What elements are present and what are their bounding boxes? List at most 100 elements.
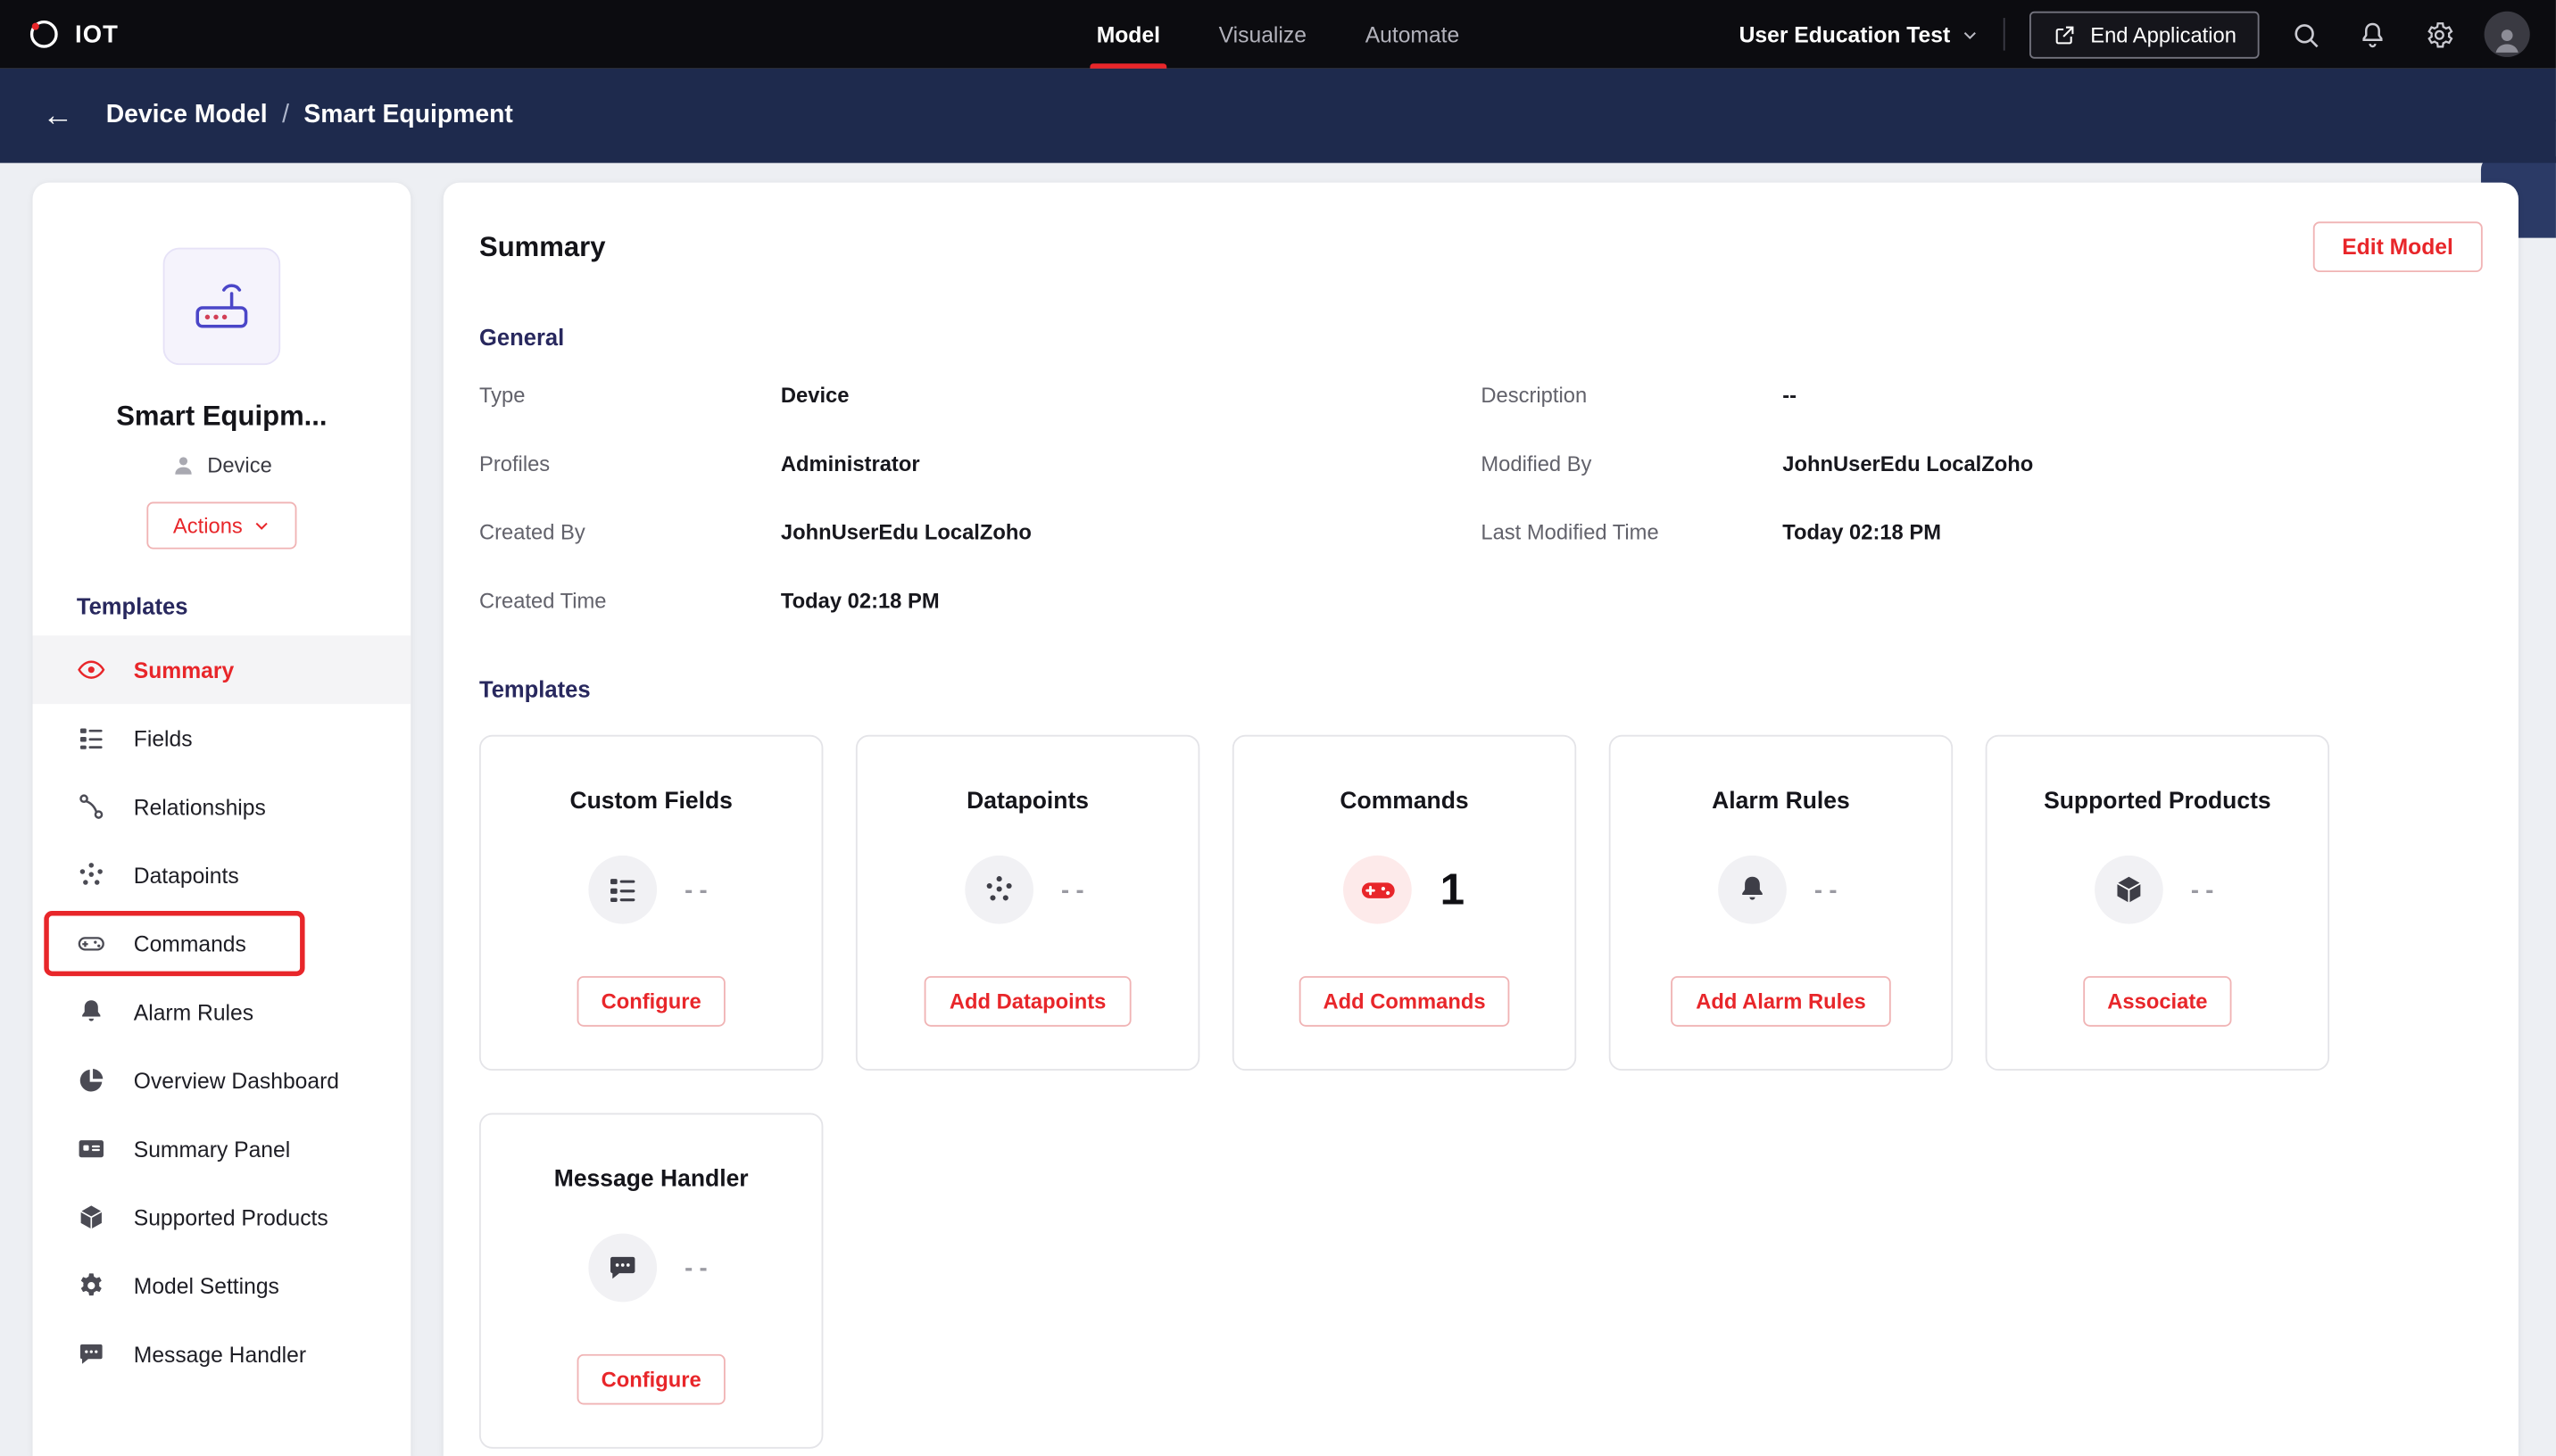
info-row-modified-by: Modified By JohnUserEdu LocalZoho: [1481, 451, 2482, 476]
org-selector[interactable]: User Education Test: [1739, 22, 1979, 46]
sidebar-item-alarm-rules[interactable]: Alarm Rules: [33, 978, 411, 1046]
sidebar-item-summary[interactable]: Summary: [32, 635, 411, 705]
notifications-bell-icon[interactable]: [2351, 13, 2393, 55]
configure-custom-fields-button[interactable]: Configure: [577, 976, 726, 1027]
alarm-bell-icon: [77, 997, 106, 1027]
message-bubble-icon: [77, 1339, 106, 1369]
actions-button[interactable]: Actions: [146, 501, 297, 550]
associate-products-button[interactable]: Associate: [2082, 976, 2232, 1027]
sidebar-item-fields[interactable]: Fields: [33, 704, 411, 773]
eye-icon: [77, 655, 106, 684]
topbar-divider: [2004, 18, 2006, 51]
breadcrumb-parent[interactable]: Device Model: [106, 101, 268, 130]
router-icon: [195, 284, 248, 328]
sidebar-item-label: Alarm Rules: [133, 999, 254, 1024]
summary-panel-icon: [77, 1134, 106, 1163]
settings-gear-icon[interactable]: [2418, 13, 2460, 55]
info-label: Description: [1481, 383, 1588, 408]
end-application-icon: [2053, 22, 2077, 46]
fields-icon: [77, 724, 106, 753]
general-info-grid: Type Device Profiles Administrator Creat…: [479, 383, 2483, 657]
card-count: --: [685, 875, 715, 904]
end-application-button[interactable]: End Application: [2029, 10, 2260, 58]
add-alarm-rules-button[interactable]: Add Alarm Rules: [1671, 976, 1891, 1027]
back-arrow-icon[interactable]: ←: [42, 100, 73, 131]
product-cube-icon: [2095, 855, 2163, 924]
device-type-icon: [171, 453, 195, 477]
brand[interactable]: IOT: [26, 16, 119, 52]
card-title: Datapoints: [967, 789, 1090, 815]
sidebar-item-datapoints[interactable]: Datapoints: [33, 840, 411, 909]
info-label: Last Modified Time: [1481, 519, 1659, 545]
sidebar-item-label: Commands: [133, 931, 246, 956]
info-value: Today 02:18 PM: [1782, 519, 1941, 545]
sidebar-item-label: Datapoints: [133, 863, 239, 888]
breadcrumb-separator: /: [282, 101, 289, 129]
info-label: Type: [478, 383, 526, 408]
card-title: Message Handler: [553, 1166, 749, 1193]
card-supported-products: Supported Products -- Associate: [1985, 734, 2330, 1071]
sidebar-nav: Summary Fields Relationships Datapoints: [32, 635, 411, 1388]
sidebar-item-overview-dashboard[interactable]: Overview Dashboard: [33, 1046, 411, 1115]
info-value: JohnUserEdu LocalZoho: [780, 519, 1032, 545]
datapoints-icon: [965, 855, 1034, 924]
device-type-label: Device: [207, 452, 272, 478]
edit-model-button[interactable]: Edit Model: [2312, 221, 2483, 273]
chevron-down-icon: [253, 517, 270, 534]
alarm-bell-icon: [1718, 855, 1787, 924]
card-title: Alarm Rules: [1712, 789, 1850, 815]
search-icon[interactable]: [2284, 13, 2326, 55]
sidebar-item-label: Overview Dashboard: [133, 1068, 340, 1093]
fields-icon: [588, 855, 658, 924]
card-count: 1: [1440, 864, 1465, 914]
summary-header: Summary Edit Model: [479, 183, 2483, 299]
card-count: --: [1061, 875, 1091, 904]
configure-message-handler-button[interactable]: Configure: [577, 1353, 726, 1405]
info-value: Today 02:18 PM: [780, 588, 940, 613]
card-body: --: [588, 1232, 714, 1303]
templates-section-heading: Templates: [478, 675, 591, 703]
card-count: --: [2190, 875, 2220, 904]
template-cards-row-1: Custom Fields -- Configure Datapoints --: [478, 734, 2483, 1071]
card-body: 1: [1343, 854, 1465, 925]
tab-automate[interactable]: Automate: [1365, 0, 1460, 69]
sidebar-item-label: Summary: [133, 657, 235, 682]
sidebar-item-supported-products[interactable]: Supported Products: [33, 1183, 411, 1252]
add-datapoints-button[interactable]: Add Datapoints: [925, 976, 1131, 1027]
info-label: Profiles: [478, 451, 551, 476]
model-sidebar: Smart Equipm... Device Actions Templates…: [32, 182, 411, 1456]
info-value: --: [1782, 383, 1797, 408]
sidebar-item-label: Supported Products: [133, 1204, 328, 1230]
page-header: ← Device Model / Smart Equipment: [0, 68, 2556, 163]
card-body: --: [2095, 854, 2220, 925]
sidebar-item-message-handler[interactable]: Message Handler: [33, 1320, 411, 1388]
sidebar-item-commands[interactable]: Commands: [33, 909, 411, 978]
add-commands-button[interactable]: Add Commands: [1299, 976, 1510, 1027]
card-body: --: [588, 854, 714, 925]
sidebar-item-summary-panel[interactable]: Summary Panel: [33, 1114, 411, 1183]
device-model-name: Smart Equipm...: [116, 401, 328, 433]
card-count: --: [685, 1253, 715, 1282]
tab-model[interactable]: Model: [1090, 0, 1167, 69]
card-body: --: [1718, 854, 1844, 925]
info-row-created-time: Created Time Today 02:18 PM: [479, 588, 1481, 612]
info-value: Device: [780, 383, 850, 408]
sidebar-item-relationships[interactable]: Relationships: [33, 773, 411, 841]
tab-visualize[interactable]: Visualize: [1219, 0, 1307, 69]
info-row-description: Description --: [1481, 383, 2482, 407]
template-cards-row-2: Message Handler -- Configure: [478, 1113, 2483, 1449]
dashboard-pie-icon: [77, 1066, 106, 1096]
card-body: --: [965, 854, 1091, 925]
card-datapoints: Datapoints -- Add Datapoints: [855, 734, 1200, 1071]
sidebar-templates-heading: Templates: [76, 592, 188, 620]
info-row-profiles: Profiles Administrator: [479, 451, 1481, 476]
sidebar-item-model-settings[interactable]: Model Settings: [33, 1252, 411, 1320]
info-value: JohnUserEdu LocalZoho: [1782, 451, 2034, 476]
info-label: Created By: [478, 519, 585, 545]
device-type: Device: [33, 453, 411, 477]
card-custom-fields: Custom Fields -- Configure: [478, 734, 824, 1071]
summary-panel-card: Summary Edit Model General Type Device P…: [443, 182, 2519, 1456]
user-avatar[interactable]: [2484, 11, 2530, 57]
product-cube-icon: [77, 1203, 106, 1232]
page-title: Summary: [478, 230, 606, 262]
